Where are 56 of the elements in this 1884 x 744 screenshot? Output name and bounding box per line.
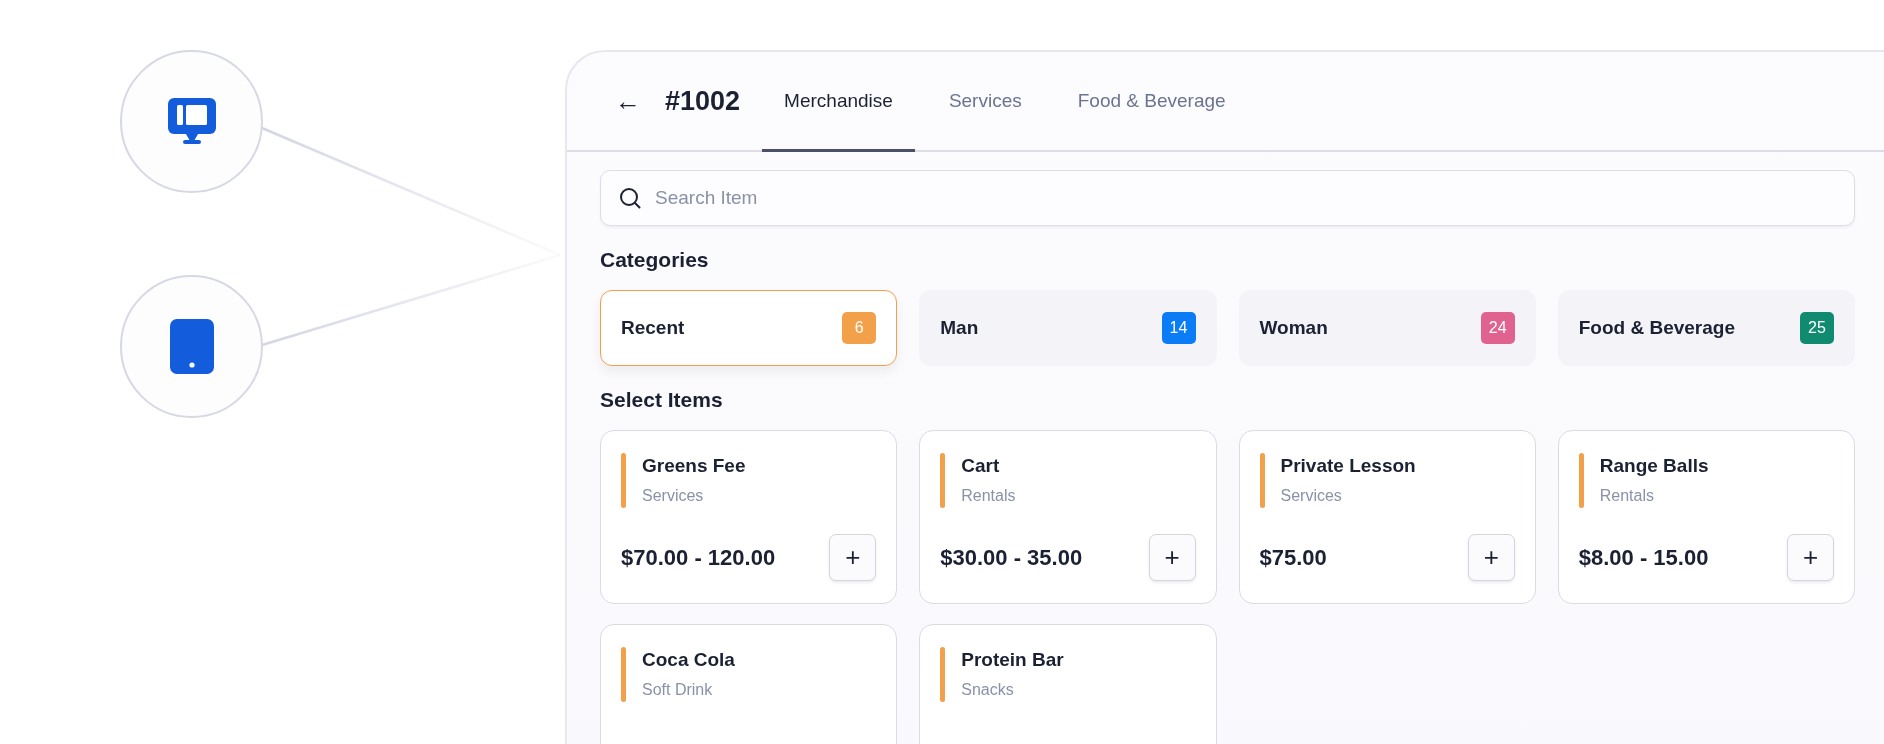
accent-bar <box>940 647 946 702</box>
item-name: Greens Fee <box>642 455 746 477</box>
category-card[interactable]: Food & Beverage 25 <box>1557 290 1855 366</box>
tab[interactable]: Services <box>926 52 1044 152</box>
count-badge: 6 <box>842 312 877 344</box>
add-button[interactable]: + <box>1467 534 1515 581</box>
monitor-icon <box>167 97 216 146</box>
item-category: Services <box>1280 487 1343 505</box>
section-title: Select Items <box>600 388 724 412</box>
accent-bar <box>1578 453 1584 508</box>
item-name: Cart <box>961 455 1001 477</box>
item-category: Snacks <box>961 681 1015 699</box>
count-badge: 24 <box>1480 312 1515 344</box>
item-name: Coca Cola <box>642 649 735 671</box>
item-category: Soft Drink <box>642 681 714 699</box>
item-name: Private Lesson <box>1280 455 1416 477</box>
add-button[interactable]: + <box>829 534 877 581</box>
accent-bar <box>621 647 626 702</box>
item-price: $30.00 - 35.00 <box>940 544 1083 571</box>
search-input[interactable]: Search Item <box>653 186 1836 210</box>
item-card[interactable]: Range Balls Rentals $8.00 - 15.00 + <box>1557 430 1855 604</box>
item-card[interactable]: Cart Rentals $30.00 - 35.00 + <box>919 430 1217 604</box>
category-name: Recent <box>621 317 685 339</box>
accent-bar <box>621 453 626 508</box>
section-title: Categories <box>600 248 710 272</box>
accent-bar <box>940 453 946 508</box>
back-button[interactable]: ← <box>615 85 641 117</box>
item-card[interactable]: Private Lesson Services $75.00 + <box>1238 430 1536 604</box>
item-price: $75.00 <box>1259 544 1327 571</box>
category-card[interactable]: Recent 6 <box>600 290 898 366</box>
count-badge: 25 <box>1800 312 1834 344</box>
item-name: Protein Bar <box>961 649 1064 671</box>
item-category: Services <box>642 487 705 505</box>
add-button[interactable]: + <box>1787 534 1834 581</box>
item-price: $8.00 - 15.00 <box>1578 544 1709 571</box>
item-price: $70.00 - 120.00 <box>621 544 776 571</box>
tab[interactable]: Merchandise <box>762 52 915 152</box>
item-name: Range Balls <box>1599 455 1709 477</box>
order-number: #1002 <box>665 85 741 117</box>
tablet-icon <box>169 319 214 374</box>
search-bar[interactable]: Search Item <box>600 170 1855 226</box>
add-button[interactable]: + <box>1148 534 1196 581</box>
tab[interactable]: Food & Beverage <box>1055 52 1248 152</box>
item-card[interactable]: Protein Bar Snacks <box>919 624 1217 744</box>
accent-bar <box>1259 453 1265 508</box>
category-name: Man <box>940 317 979 339</box>
category-name: Food & Beverage <box>1578 317 1735 339</box>
category-name: Woman <box>1259 317 1328 339</box>
item-card[interactable]: Coca Cola Soft Drink <box>600 624 898 744</box>
category-card[interactable]: Woman 24 <box>1238 290 1536 366</box>
category-card[interactable]: Man 14 <box>919 290 1217 366</box>
count-badge: 14 <box>1161 312 1196 344</box>
item-category: Rentals <box>961 487 1016 505</box>
item-card[interactable]: Greens Fee Services $70.00 - 120.00 + <box>600 430 898 604</box>
search-icon <box>619 187 641 209</box>
item-category: Rentals <box>1599 487 1655 505</box>
